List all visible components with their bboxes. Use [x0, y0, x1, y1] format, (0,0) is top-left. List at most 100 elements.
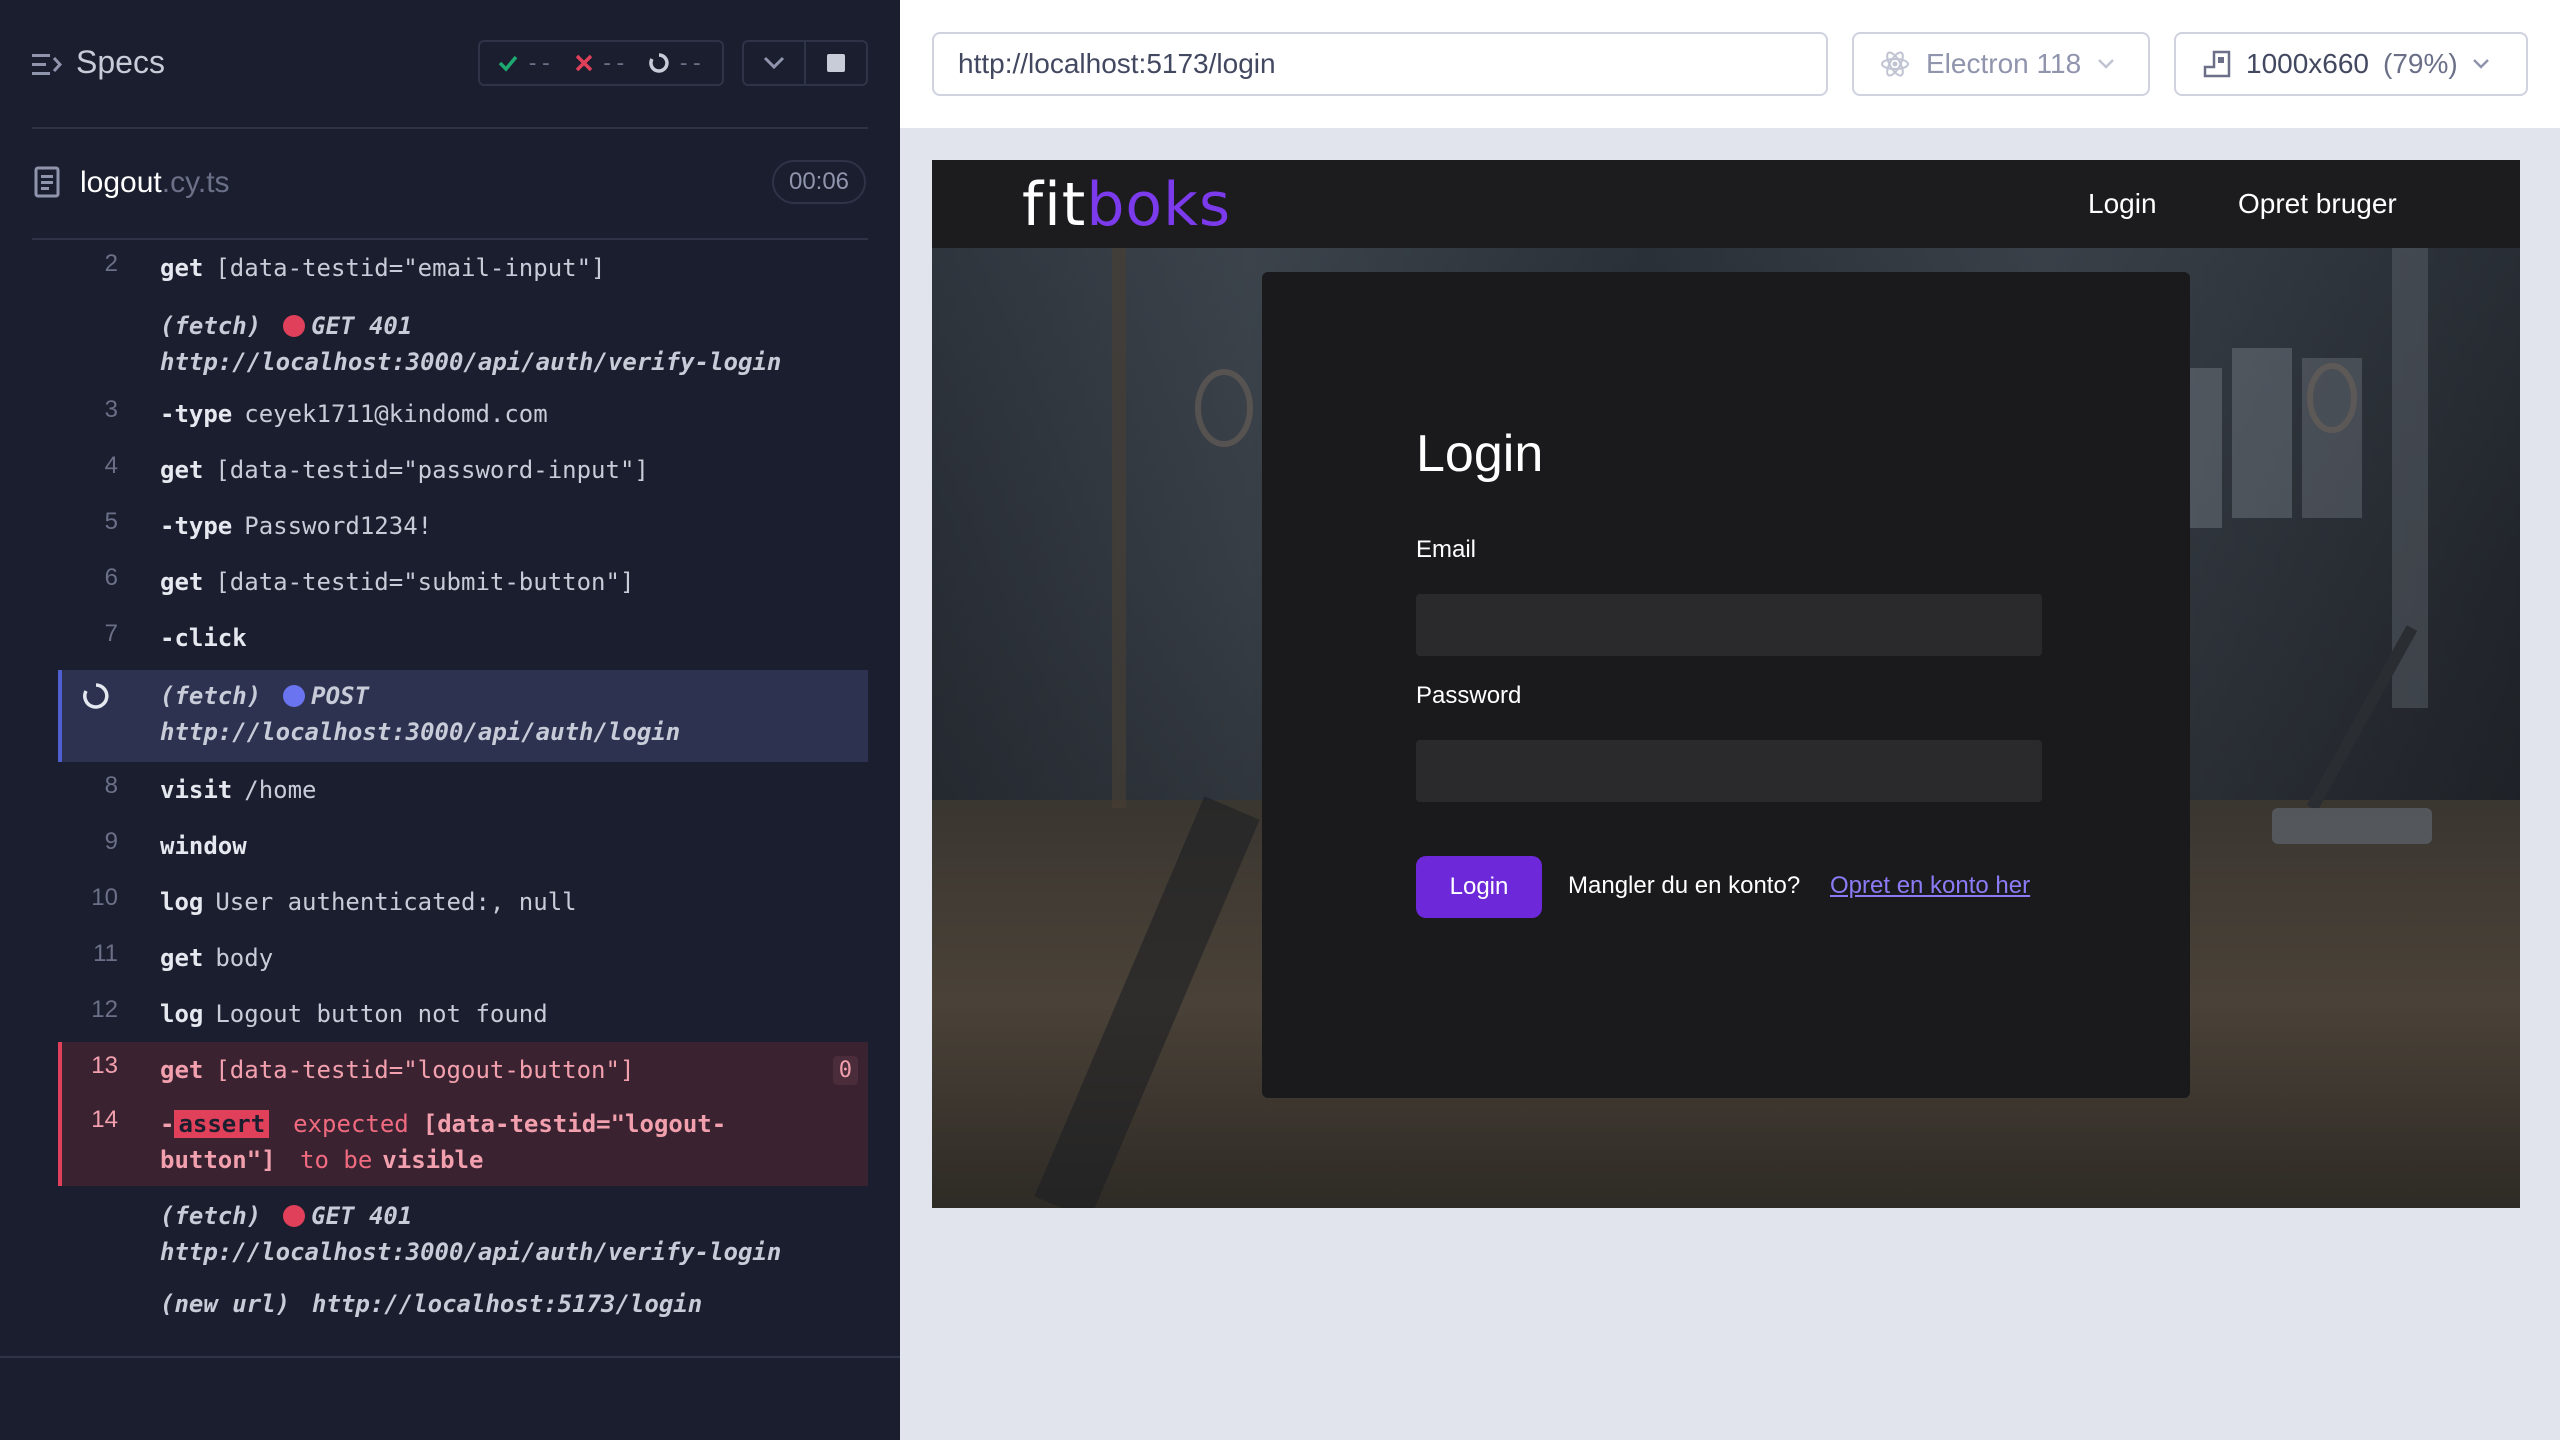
document-icon	[34, 166, 60, 198]
failed-assert-row[interactable]: 14 - assert expected [data-testid="logout-b…	[58, 1106, 868, 1178]
browser-selector[interactable]: Electron 118	[1852, 32, 2150, 96]
element-count-badge: 0	[832, 1056, 858, 1085]
failed-command-row[interactable]: 13 get [data-testid="logout-button"] 0	[58, 1052, 868, 1088]
spec-file-name[interactable]: logout.cy.ts	[80, 166, 230, 200]
command-row[interactable]: 9 window	[58, 828, 868, 864]
command-arg: /home	[244, 776, 317, 804]
new-url-label: (new url)	[160, 1290, 291, 1318]
spinner-icon	[649, 53, 669, 73]
login-heading: Login	[1416, 425, 1544, 483]
command-name: get	[160, 456, 204, 484]
passed-stat: --	[498, 51, 553, 76]
command-name: visit	[160, 776, 233, 804]
specs-list-icon[interactable]	[32, 52, 62, 78]
fetch-row[interactable]: (fetch) GET 401 http://localhost:3000/api/…	[58, 308, 868, 380]
failed-count: --	[600, 50, 628, 76]
fetch-method: GET 401	[311, 312, 413, 340]
command-arg: ceyek1711@kindomd.com	[244, 400, 548, 428]
command-row[interactable]: 10 log User authenticated:, null	[58, 884, 868, 920]
email-field[interactable]	[1416, 594, 2042, 656]
command-arg: [data-testid="submit-button"]	[215, 568, 635, 596]
command-arg: Logout button not found	[215, 1000, 548, 1028]
stop-icon	[827, 54, 845, 72]
fetch-method: POST	[311, 682, 369, 710]
new-url-row[interactable]: (new url) http://localhost:5173/login	[58, 1286, 868, 1322]
command-log: 2 get [data-testid="email-input"] (fetch)…	[58, 240, 868, 1334]
command-number: 14	[91, 1106, 118, 1133]
command-number: 7	[104, 620, 118, 647]
run-timer: 00:06	[772, 160, 866, 204]
command-row[interactable]: 8 visit/home	[58, 772, 868, 808]
logo-part-fit: fit	[1022, 170, 1087, 240]
assert-visible: visible	[382, 1146, 484, 1174]
fetch-label: (fetch)	[160, 312, 262, 340]
electron-icon	[1881, 51, 1909, 77]
command-number: 3	[104, 396, 118, 423]
command-name: log	[160, 1000, 204, 1028]
command-number: 11	[93, 940, 118, 967]
login-button[interactable]: Login	[1416, 856, 1542, 918]
nav-signup-link[interactable]: Opret bruger	[2238, 188, 2397, 220]
command-arg: [data-testid="logout-button"]	[215, 1056, 635, 1084]
assert-badge: assert	[174, 1110, 270, 1138]
viewport-zoom: (79%)	[2383, 48, 2458, 79]
viewport-size: 1000x660	[2246, 48, 2370, 79]
divider	[0, 1356, 900, 1358]
fetch-method: GET 401	[311, 1202, 413, 1230]
command-arg: [data-testid="password-input"]	[215, 456, 649, 484]
fetch-label: (fetch)	[160, 682, 262, 710]
url-bar[interactable]: http://localhost:5173/login	[932, 32, 1828, 96]
fitboks-logo[interactable]: fitboks	[1022, 170, 1231, 240]
command-row[interactable]: 6 get [data-testid="submit-button"]	[58, 564, 868, 600]
passed-count: --	[526, 50, 553, 76]
command-row[interactable]: 2 get [data-testid="email-input"]	[58, 250, 868, 286]
test-stats: -- -- --	[478, 40, 724, 86]
spinner-icon	[83, 683, 109, 709]
fetch-row[interactable]: (fetch) GET 401 http://localhost:3000/api/…	[58, 1198, 868, 1270]
assert-subject-cont: button"]	[160, 1146, 276, 1174]
app-navbar: fitboks Login Opret bruger	[932, 160, 2520, 248]
specs-title[interactable]: Specs	[76, 44, 165, 81]
login-card: Login Email Password Login Mangler du en…	[1262, 272, 2190, 1098]
command-number: 9	[104, 828, 118, 855]
command-number: 5	[104, 508, 118, 535]
viewport-selector[interactable]: 1000x660 (79%)	[2174, 32, 2528, 96]
password-label: Password	[1416, 682, 1522, 709]
command-row[interactable]: 11 get body	[58, 940, 868, 976]
command-row[interactable]: 7 -click	[58, 620, 868, 656]
assert-subject: [data-testid="logout-	[422, 1110, 727, 1138]
command-number: 10	[91, 884, 118, 911]
command-number: 8	[104, 772, 118, 799]
command-number: 12	[91, 996, 118, 1023]
stop-button[interactable]	[806, 42, 866, 84]
command-arg: [data-testid="email-input"]	[215, 254, 606, 282]
fetch-url: http://localhost:3000/api/auth/verify-lo…	[160, 348, 782, 376]
create-account-link[interactable]: Opret en konto her	[1830, 872, 2030, 900]
pending-count: --	[677, 50, 704, 76]
fetch-row-pending[interactable]: (fetch) POST http://localhost:3000/api/aut…	[58, 670, 868, 762]
chevron-down-icon	[2098, 59, 2115, 69]
specs-header: Specs -- -- --	[0, 0, 900, 128]
chevron-down-icon	[2472, 59, 2489, 69]
nav-login-link[interactable]: Login	[2088, 188, 2157, 220]
command-row[interactable]: 3 -type ceyek1711@kindomd.com	[58, 396, 868, 432]
command-number: 13	[91, 1052, 118, 1079]
command-name: -click	[160, 624, 247, 652]
chevron-down-icon	[763, 56, 785, 70]
command-row[interactable]: 5 -type Password1234!	[58, 508, 868, 544]
command-name: get	[160, 1056, 204, 1084]
command-name: -type	[160, 400, 233, 428]
email-label: Email	[1416, 536, 1477, 563]
fetch-url: http://localhost:3000/api/auth/login	[160, 718, 681, 746]
x-icon	[575, 54, 592, 72]
options-button[interactable]	[744, 42, 806, 84]
command-number: 2	[104, 250, 118, 277]
command-arg: User authenticated:, null	[215, 888, 577, 916]
command-row[interactable]: 4 get [data-testid="password-input"]	[58, 452, 868, 488]
command-arg: Password1234!	[244, 512, 433, 540]
pending-status-dot	[283, 685, 306, 707]
command-row[interactable]: 12 log Logout button not found	[58, 996, 868, 1032]
command-arg: body	[215, 944, 274, 972]
command-name: get	[160, 254, 204, 282]
password-field[interactable]	[1416, 740, 2042, 802]
